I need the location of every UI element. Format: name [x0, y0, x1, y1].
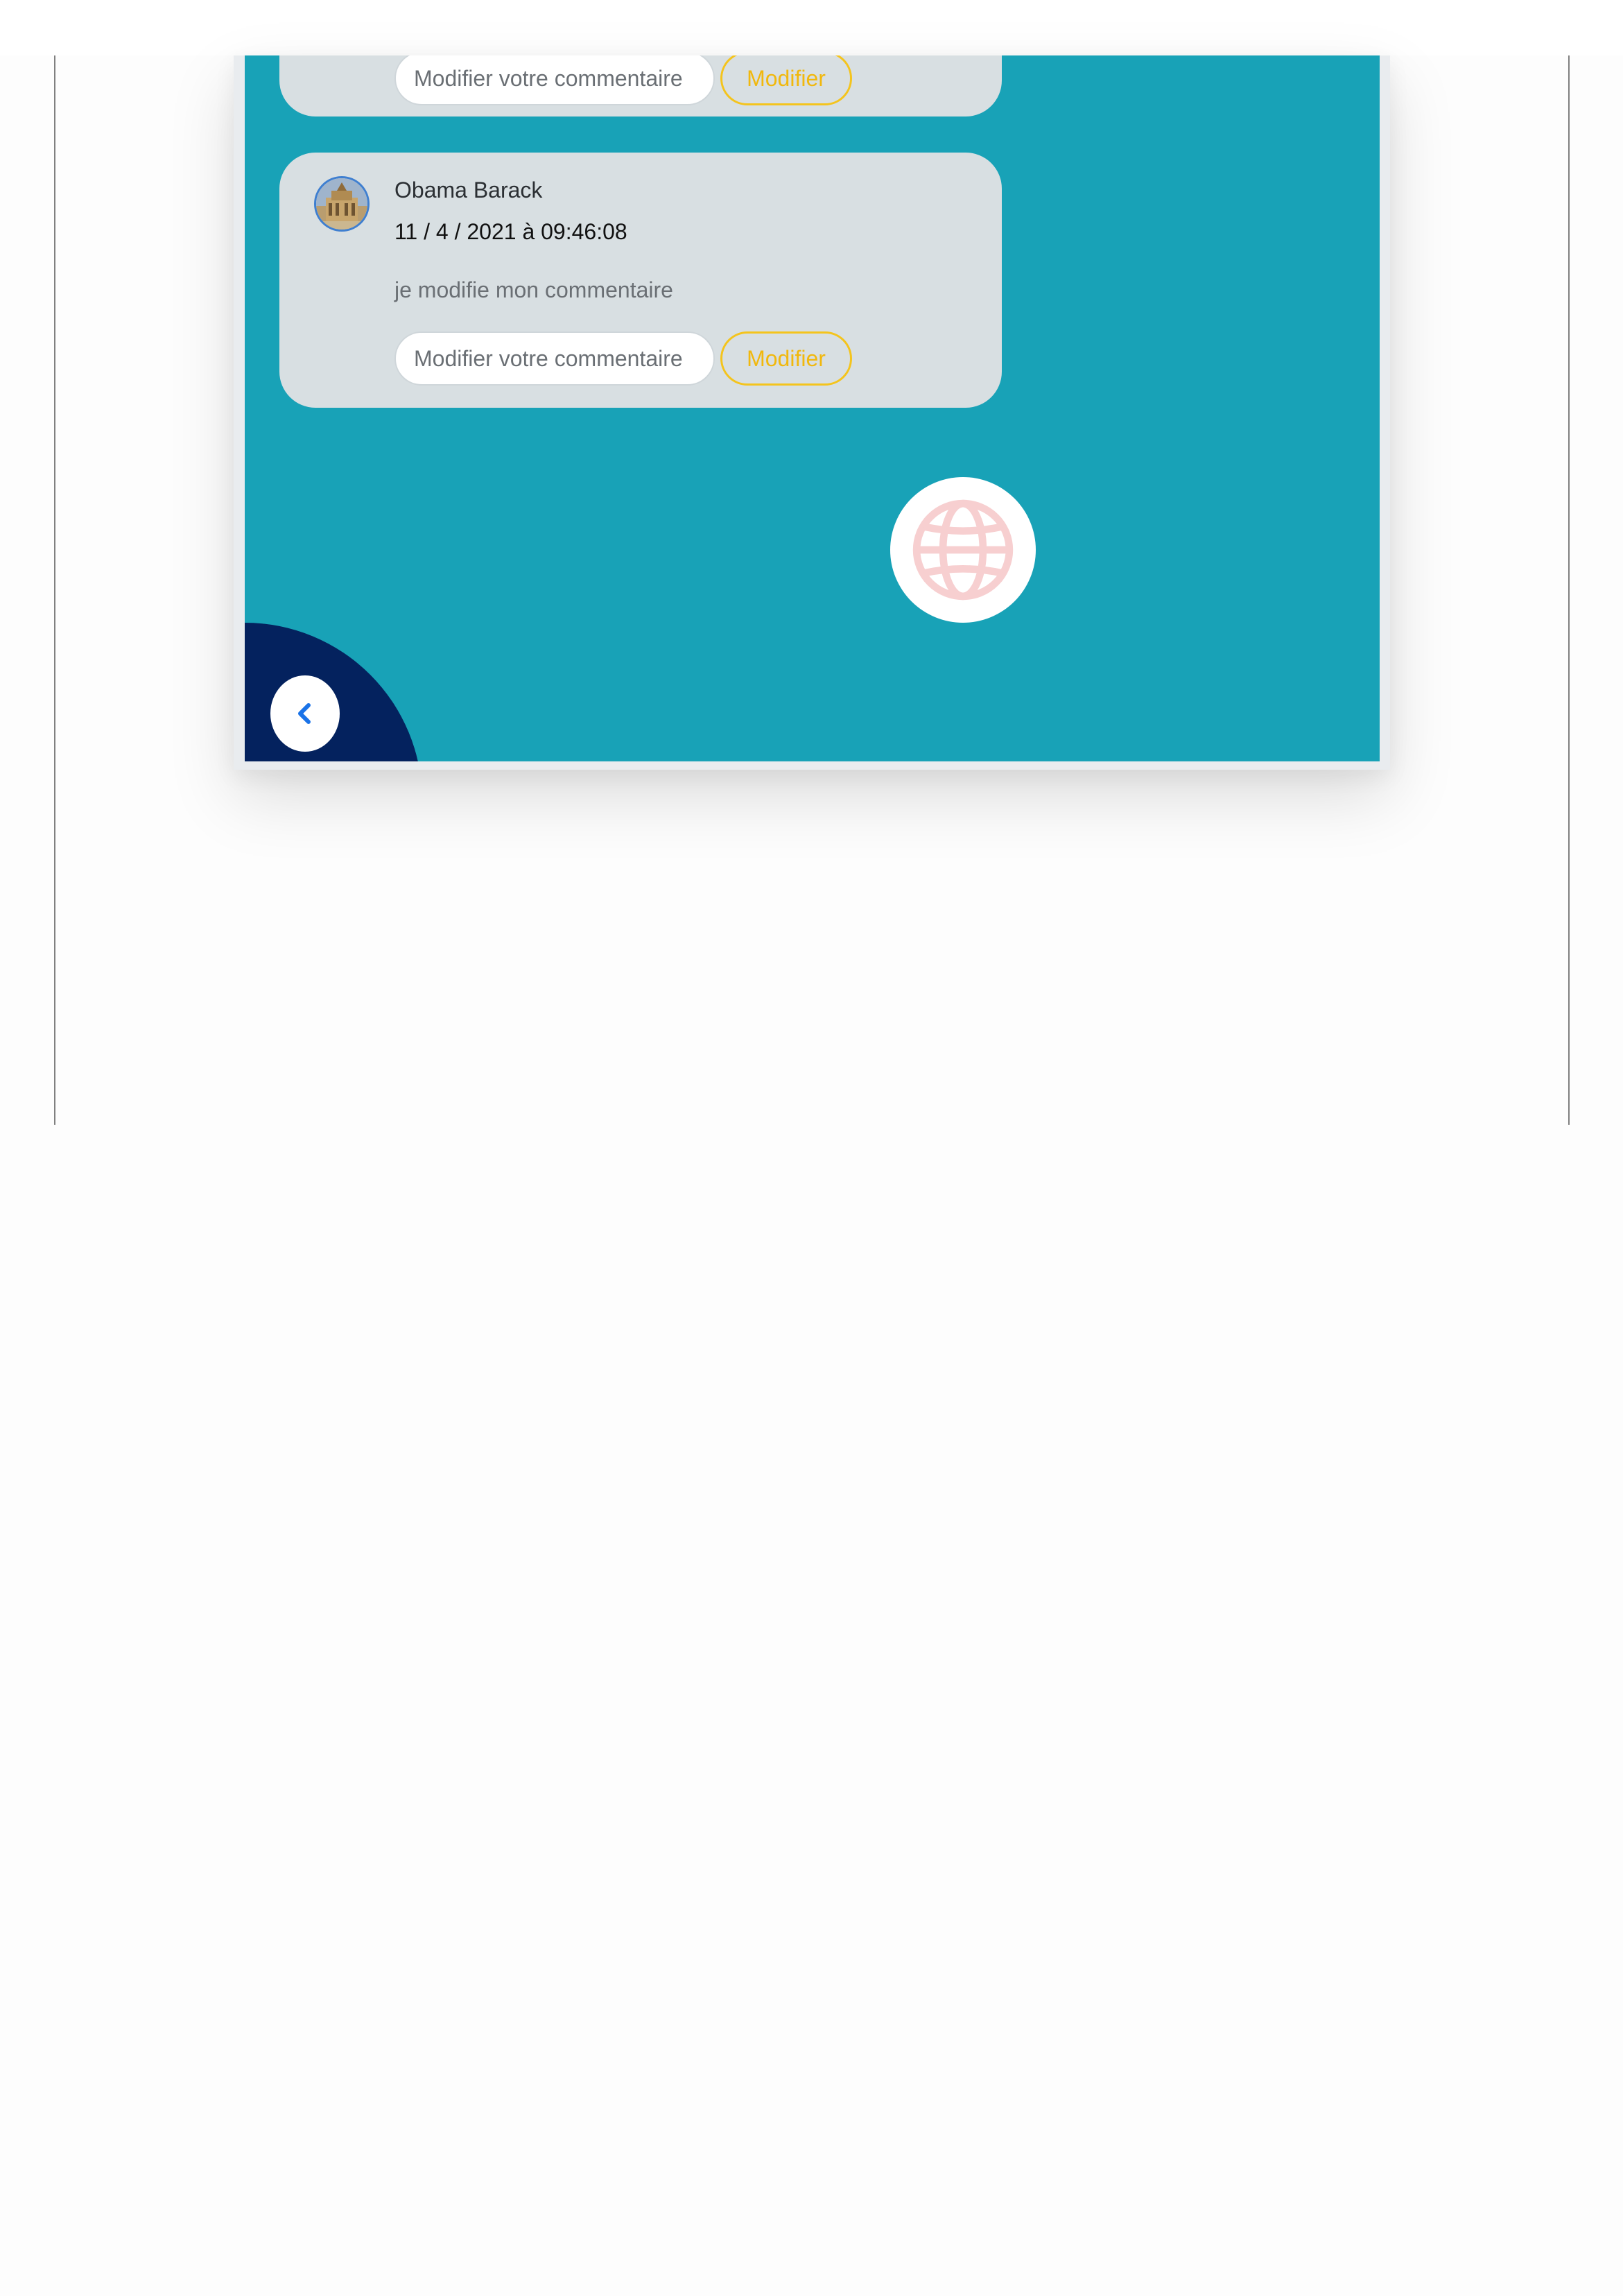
comment-date: 11 / 4 / 2021 à 09:46:08	[394, 219, 627, 244]
back-button[interactable]	[270, 675, 340, 752]
comment-text: je modifie mon commentaire	[394, 277, 673, 302]
globe-icon	[912, 499, 1014, 601]
modify-button[interactable]: Modifier	[720, 55, 852, 105]
user-avatar	[314, 176, 370, 232]
edit-comment-input[interactable]	[394, 331, 715, 386]
app-screen: Modifier Obama Barack 11 / 4 / 2021 à 09…	[245, 55, 1380, 761]
comment-card: Obama Barack 11 / 4 / 2021 à 09:46:08 je…	[279, 153, 1002, 408]
page-left-rule	[54, 55, 55, 1125]
chevron-left-icon	[298, 703, 311, 724]
page-right-rule	[1568, 55, 1570, 1125]
comment-card: Modifier	[279, 55, 1002, 116]
modify-button[interactable]: Modifier	[720, 331, 852, 386]
top-band	[0, 0, 1623, 55]
edit-comment-input[interactable]	[394, 55, 715, 105]
comment-author: Obama Barack	[394, 178, 543, 202]
language-button[interactable]	[890, 477, 1036, 623]
